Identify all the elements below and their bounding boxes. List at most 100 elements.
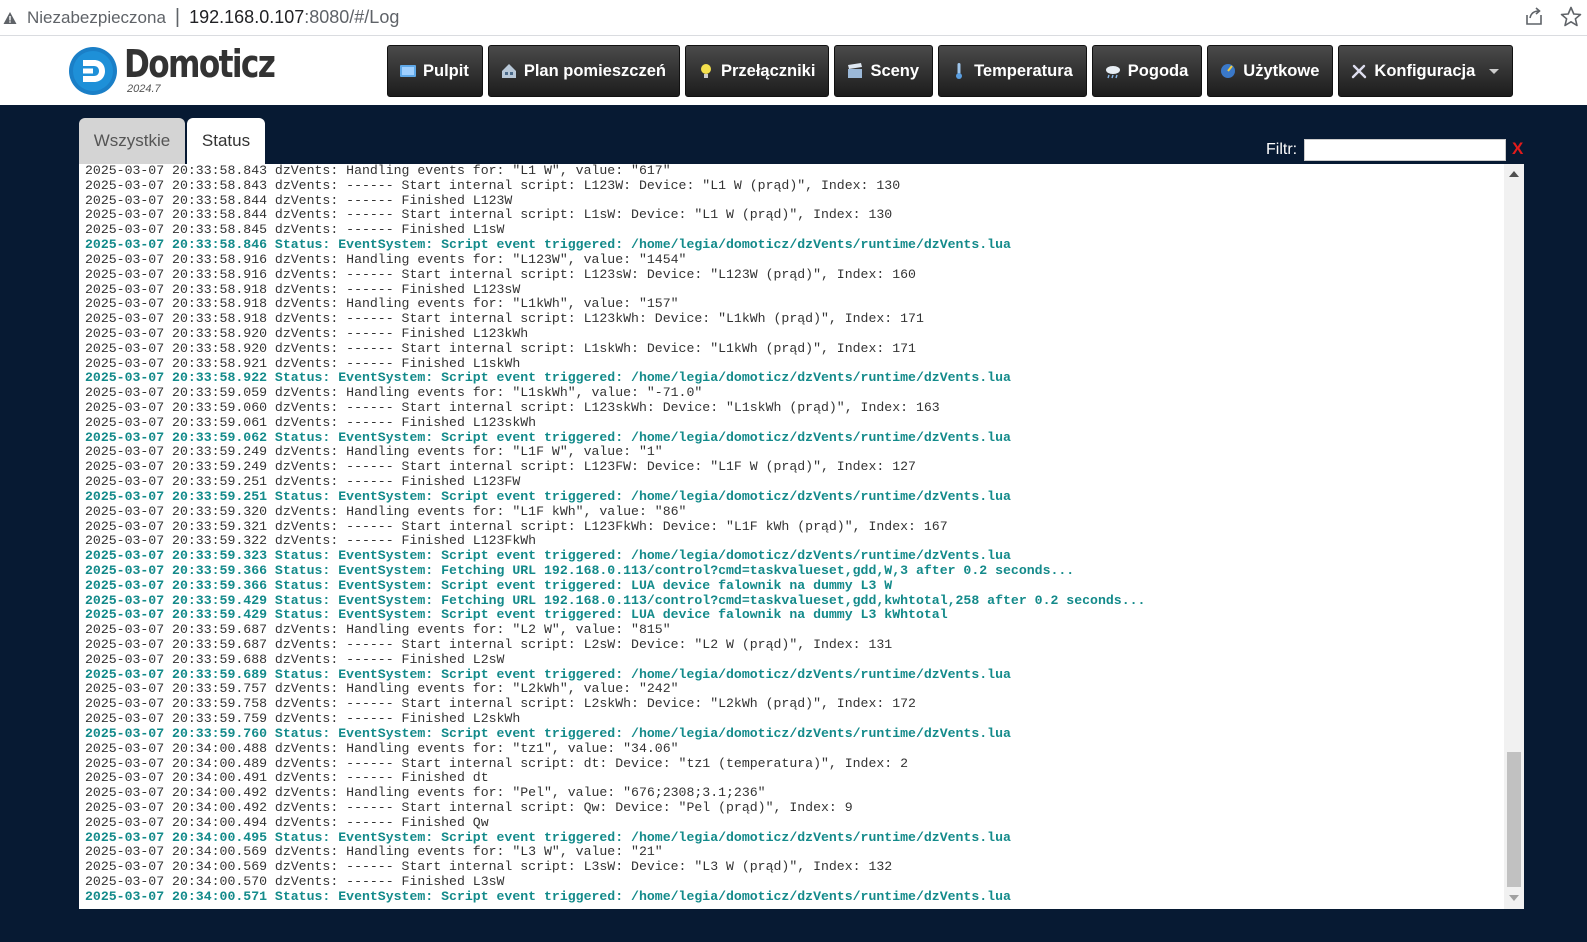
log-line: 2025-03-07 20:33:58.920 dzVents: ------ …	[85, 325, 529, 341]
log-line: 2025-03-07 20:33:58.844 dzVents: ------ …	[85, 207, 893, 223]
app-header: Domoticz 2024.7 Pulpit Plan pomieszczeń …	[0, 36, 1587, 105]
tab-wszystkie[interactable]: Wszystkie	[79, 118, 185, 164]
nav-label: Użytkowe	[1243, 61, 1320, 80]
log-line: 2025-03-07 20:33:59.757 dzVents: Handlin…	[85, 681, 679, 697]
log-line: 2025-03-07 20:33:58.920 dzVents: ------ …	[85, 340, 916, 356]
nav-label: Przełączniki	[720, 61, 816, 80]
tab-status[interactable]: Status	[187, 118, 265, 164]
log-line: 2025-03-07 20:33:59.687 dzVents: Handlin…	[85, 622, 671, 638]
nav-label: Pulpit	[423, 61, 469, 80]
nav-label: Pogoda	[1127, 61, 1189, 80]
log-line: 2025-03-07 20:33:59.759 dzVents: ------ …	[85, 711, 521, 727]
nav-label: Konfiguracja	[1374, 61, 1476, 80]
log-line: 2025-03-07 20:33:59.321 dzVents: ------ …	[85, 518, 948, 534]
nav-pogoda[interactable]: Pogoda	[1091, 45, 1203, 97]
scroll-down-arrow-icon[interactable]	[1509, 895, 1519, 901]
share-icon[interactable]	[1523, 6, 1545, 28]
nav-plan-pomieszczen[interactable]: Plan pomieszczeń	[487, 45, 680, 97]
utility-gauge-icon	[1219, 62, 1237, 80]
log-line: 2025-03-07 20:33:58.845 dzVents: ------ …	[85, 222, 505, 238]
nav-label: Temperatura	[974, 61, 1073, 80]
log-line: 2025-03-07 20:33:59.320 dzVents: Handlin…	[85, 503, 687, 519]
browser-address-bar: Niezabezpieczona | 192.168.0.107:8080/#/…	[0, 0, 1587, 36]
url-path: :8080/#/Log	[304, 7, 400, 27]
log-line-status: 2025-03-07 20:33:58.846 Status: EventSys…	[85, 237, 1011, 253]
dashboard-icon	[399, 62, 417, 80]
app-brand: Domoticz	[124, 42, 276, 86]
log-line-status: 2025-03-07 20:33:59.429 Status: EventSys…	[85, 592, 1146, 608]
bookmark-star-icon[interactable]	[1559, 5, 1583, 29]
log-line-status: 2025-03-07 20:33:59.062 Status: EventSys…	[85, 429, 1011, 445]
log-line: 2025-03-07 20:33:59.322 dzVents: ------ …	[85, 533, 537, 549]
log-line: 2025-03-07 20:33:59.059 dzVents: Handlin…	[85, 385, 703, 401]
log-line-status: 2025-03-07 20:33:59.366 Status: EventSys…	[85, 562, 1075, 578]
log-line: 2025-03-07 20:33:59.060 dzVents: ------ …	[85, 400, 940, 415]
log-panel[interactable]: 2025-03-07 20:33:58.843 dzVents: Handlin…	[79, 164, 1524, 909]
log-line: 2025-03-07 20:33:58.916 dzVents: ------ …	[85, 266, 916, 282]
log-line-status: 2025-03-07 20:34:00.571 Status: EventSys…	[85, 888, 1011, 904]
weather-cloud-icon	[1104, 62, 1122, 80]
nav-pulpit[interactable]: Pulpit	[387, 45, 483, 97]
log-line: 2025-03-07 20:34:00.569 dzVents: ------ …	[85, 859, 893, 875]
main-nav: Pulpit Plan pomieszczeń Przełączniki Sce…	[387, 45, 1514, 97]
log-line: 2025-03-07 20:33:59.061 dzVents: ------ …	[85, 414, 537, 430]
log-line: 2025-03-07 20:34:00.494 dzVents: ------ …	[85, 814, 489, 830]
log-line: 2025-03-07 20:34:00.489 dzVents: ------ …	[85, 755, 909, 771]
filter-label: Filtr:	[1266, 141, 1298, 158]
nav-label: Plan pomieszczeń	[523, 61, 666, 80]
log-line-status: 2025-03-07 20:33:59.760 Status: EventSys…	[85, 725, 1011, 741]
log-line: 2025-03-07 20:33:58.918 dzVents: ------ …	[85, 281, 521, 297]
scroll-thumb[interactable]	[1507, 752, 1521, 887]
url-separator: |	[174, 6, 181, 28]
nav-uzytkowe[interactable]: Użytkowe	[1207, 45, 1334, 97]
url-field[interactable]: 192.168.0.107:8080/#/Log	[189, 7, 399, 28]
log-line: 2025-03-07 20:34:00.488 dzVents: Handlin…	[85, 740, 679, 756]
nav-konfiguracja[interactable]: Konfiguracja	[1338, 45, 1514, 97]
nav-przelaczniki[interactable]: Przełączniki	[684, 45, 830, 97]
log-lines: 2025-03-07 20:33:58.843 dzVents: Handlin…	[85, 164, 1500, 905]
clapperboard-icon	[846, 62, 864, 80]
log-line-status: 2025-03-07 20:33:59.323 Status: EventSys…	[85, 548, 1011, 564]
log-line: 2025-03-07 20:33:58.921 dzVents: ------ …	[85, 355, 521, 371]
log-line: 2025-03-07 20:33:59.249 dzVents: ------ …	[85, 459, 916, 475]
url-host: 192.168.0.107	[189, 7, 305, 27]
house-plan-icon	[500, 62, 518, 80]
log-line: 2025-03-07 20:33:58.844 dzVents: ------ …	[85, 192, 513, 208]
log-line: 2025-03-07 20:33:59.758 dzVents: ------ …	[85, 696, 916, 712]
domoticz-logo-icon[interactable]	[68, 46, 118, 96]
log-line-status: 2025-03-07 20:34:00.495 Status: EventSys…	[85, 829, 1011, 845]
log-line: 2025-03-07 20:34:00.492 dzVents: ------ …	[85, 799, 853, 815]
scroll-up-arrow-icon[interactable]	[1509, 171, 1519, 177]
filter-clear-button[interactable]: X	[1512, 139, 1523, 159]
warning-icon[interactable]	[3, 11, 17, 25]
log-scrollbar[interactable]	[1504, 164, 1524, 909]
log-line: 2025-03-07 20:33:58.918 dzVents: ------ …	[85, 311, 924, 327]
app-version: 2024.7	[127, 83, 161, 95]
log-line: 2025-03-07 20:33:58.843 dzVents: ------ …	[85, 177, 901, 193]
filter-input[interactable]	[1304, 139, 1506, 161]
log-line: 2025-03-07 20:33:58.916 dzVents: Handlin…	[85, 251, 687, 267]
log-line-status: 2025-03-07 20:33:59.366 Status: EventSys…	[85, 577, 893, 593]
log-line-status: 2025-03-07 20:33:59.251 Status: EventSys…	[85, 488, 1011, 504]
lightbulb-icon	[697, 62, 715, 80]
log-line: 2025-03-07 20:33:58.918 dzVents: Handlin…	[85, 296, 679, 312]
log-line-status: 2025-03-07 20:33:59.689 Status: EventSys…	[85, 666, 1011, 682]
log-line: 2025-03-07 20:33:59.687 dzVents: ------ …	[85, 637, 893, 652]
log-line: 2025-03-07 20:33:59.251 dzVents: ------ …	[85, 474, 521, 490]
log-line: 2025-03-07 20:33:58.843 dzVents: Handlin…	[85, 164, 671, 178]
security-label[interactable]: Niezabezpieczona	[27, 8, 166, 28]
log-line: 2025-03-07 20:34:00.491 dzVents: ------ …	[85, 770, 489, 786]
thermometer-icon	[950, 62, 968, 80]
log-line: 2025-03-07 20:33:59.688 dzVents: ------ …	[85, 651, 505, 667]
nav-temperatura[interactable]: Temperatura	[938, 45, 1087, 97]
log-line: 2025-03-07 20:34:00.570 dzVents: ------ …	[85, 874, 505, 889]
log-line: 2025-03-07 20:33:59.249 dzVents: Handlin…	[85, 444, 663, 460]
tools-icon	[1350, 62, 1368, 80]
log-line-status: 2025-03-07 20:33:58.922 Status: EventSys…	[85, 370, 1011, 386]
log-line-status: 2025-03-07 20:33:59.429 Status: EventSys…	[85, 607, 948, 623]
log-line: 2025-03-07 20:34:00.569 dzVents: Handlin…	[85, 844, 663, 860]
chevron-down-icon	[1489, 68, 1500, 74]
nav-label: Sceny	[870, 61, 920, 80]
nav-sceny[interactable]: Sceny	[834, 45, 934, 97]
log-line: 2025-03-07 20:34:00.492 dzVents: Handlin…	[85, 785, 766, 801]
